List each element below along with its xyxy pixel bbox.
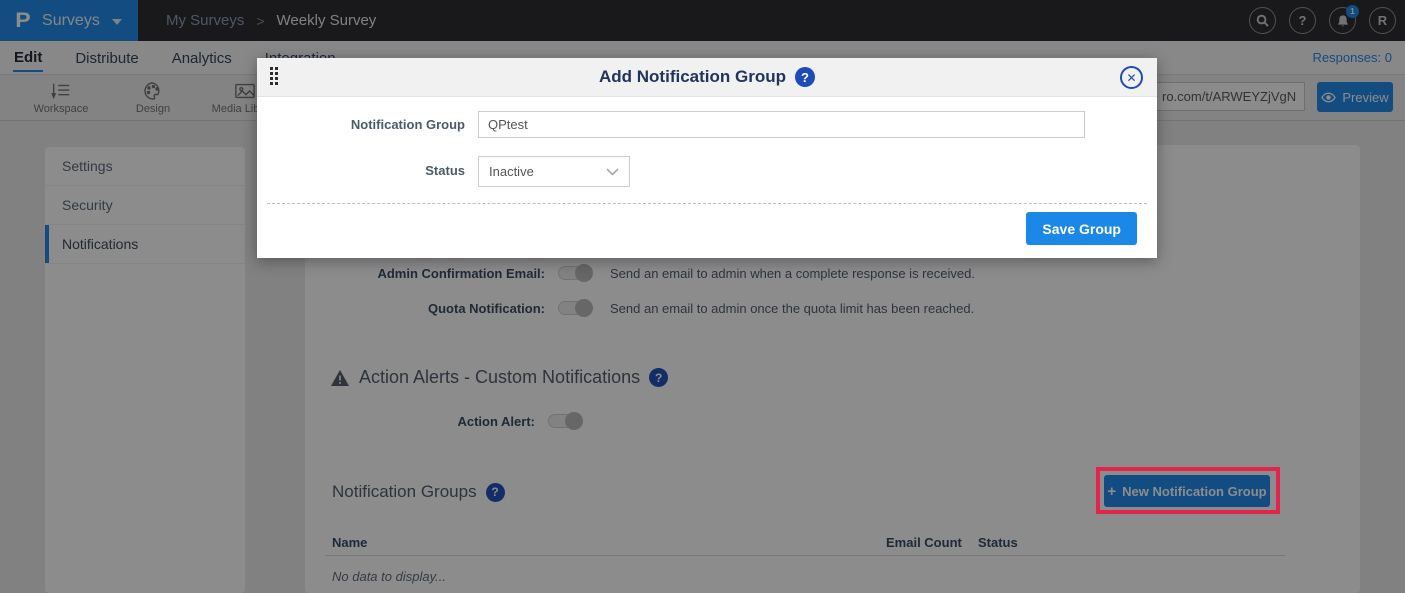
modal-footer-divider (267, 203, 1147, 204)
save-group-button[interactable]: Save Group (1026, 212, 1137, 245)
modal-help-icon[interactable]: ? (795, 67, 815, 87)
notification-group-field-label: Notification Group (257, 117, 465, 132)
annotation-highlight-box (1096, 467, 1280, 514)
modal-title: Add Notification Group (599, 67, 786, 87)
add-notification-group-modal: Add Notification Group ? ✕ Notification … (257, 58, 1157, 258)
chevron-down-icon (606, 168, 619, 176)
drag-handle-icon[interactable] (270, 67, 278, 85)
questionpro-app: P Surveys My Surveys > Weekly Survey ? 1… (0, 0, 1405, 593)
modal-header: Add Notification Group ? ✕ (257, 58, 1157, 97)
status-select[interactable]: Inactive (478, 156, 630, 187)
notification-group-input[interactable] (478, 111, 1085, 138)
close-icon[interactable]: ✕ (1120, 66, 1143, 89)
status-field-label: Status (257, 163, 465, 178)
status-selected-value: Inactive (489, 164, 534, 179)
